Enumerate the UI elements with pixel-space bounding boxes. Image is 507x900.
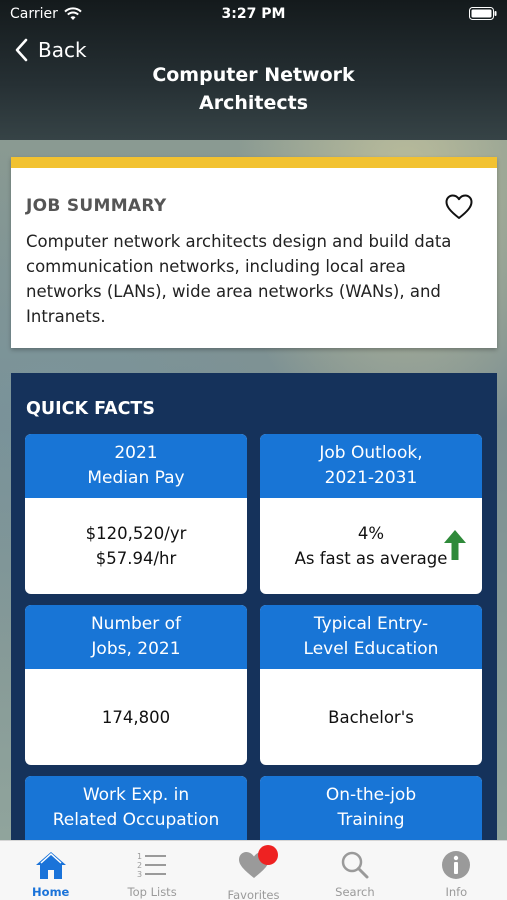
fact-value: 4% As fast as average <box>294 524 448 568</box>
fact-label: 2021 Median Pay <box>25 434 247 498</box>
back-label: Back <box>38 38 87 62</box>
svg-text:3: 3 <box>137 870 142 879</box>
fact-card-job-outlook[interactable]: Job Outlook, 2021-2031 4% As fast as ave… <box>260 434 482 594</box>
page-title: Computer Network Architects <box>152 64 355 114</box>
tab-favorites[interactable]: Favorites <box>203 841 304 900</box>
fact-card-on-the-job-training[interactable]: On-the-job Training <box>260 776 482 843</box>
fact-label: Work Exp. in Related Occupation <box>25 776 247 840</box>
battery-icon <box>469 7 497 20</box>
heart-outline-icon[interactable] <box>445 194 473 220</box>
chevron-left-icon <box>15 38 28 62</box>
home-icon <box>35 852 66 879</box>
fact-card-work-experience[interactable]: Work Exp. in Related Occupation <box>25 776 247 843</box>
tab-bar: Home 1 2 3 Top Lists Favorites Search In… <box>0 840 507 900</box>
info-icon <box>442 851 471 879</box>
job-summary-heading: JOB SUMMARY <box>26 196 167 216</box>
status-time: 3:27 PM <box>221 6 286 22</box>
tab-top-lists[interactable]: 1 2 3 Top Lists <box>101 841 202 900</box>
fact-value: $120,520/yr $57.94/hr <box>85 524 187 568</box>
job-summary-text: Computer network architects design and b… <box>26 232 452 326</box>
tab-search-label: Search <box>335 885 375 899</box>
fact-value: 174,800 <box>101 707 171 727</box>
quick-facts-heading: QUICK FACTS <box>26 399 155 419</box>
quick-facts-panel: QUICK FACTS 2021 Median Pay $120,520/yr … <box>11 373 497 843</box>
search-icon <box>341 851 369 879</box>
tab-home-label: Home <box>32 885 70 899</box>
back-button[interactable]: Back <box>14 38 87 62</box>
fact-card-entry-education[interactable]: Typical Entry- Level Education Bachelor'… <box>260 605 482 765</box>
tab-search[interactable]: Search <box>304 841 405 900</box>
tab-top-lists-label: Top Lists <box>127 885 177 899</box>
favorites-badge <box>257 845 278 865</box>
favorites-icon-wrap <box>236 845 278 888</box>
fact-label: Number of Jobs, 2021 <box>25 605 247 669</box>
fact-label: Job Outlook, 2021-2031 <box>260 434 482 498</box>
tab-home[interactable]: Home <box>0 841 101 900</box>
fact-label: Typical Entry- Level Education <box>260 605 482 669</box>
svg-text:1: 1 <box>137 852 142 861</box>
status-bar: Carrier 3:27 PM <box>0 0 507 28</box>
svg-text:2: 2 <box>137 861 142 870</box>
fact-value: Bachelor's <box>328 707 414 727</box>
tab-info-label: Info <box>445 885 468 899</box>
fact-value-wrap: 4% As fast as average <box>260 498 482 594</box>
fact-card-median-pay[interactable]: 2021 Median Pay $120,520/yr $57.94/hr <box>25 434 247 594</box>
tab-favorites-label: Favorites <box>227 888 280 900</box>
tab-info[interactable]: Info <box>406 841 507 900</box>
arrow-up-icon <box>444 530 466 560</box>
list-icon: 1 2 3 <box>137 852 167 879</box>
fact-label: On-the-job Training <box>260 776 482 840</box>
fact-card-number-of-jobs[interactable]: Number of Jobs, 2021 174,800 <box>25 605 247 765</box>
job-summary-card: JOB SUMMARY Computer network architects … <box>11 157 497 348</box>
